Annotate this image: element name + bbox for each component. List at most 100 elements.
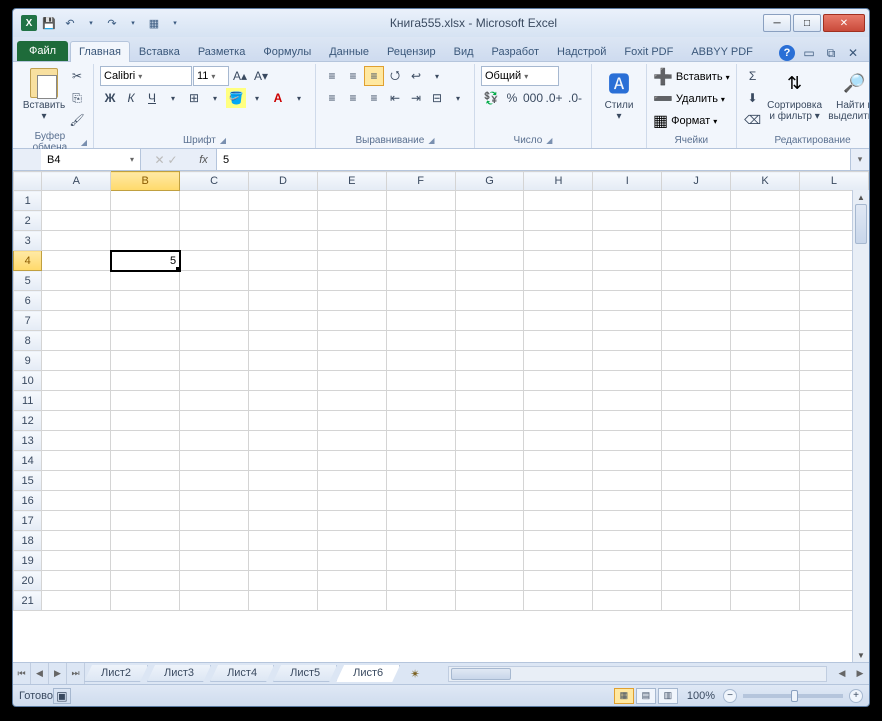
cell-E16[interactable] — [317, 491, 386, 511]
cell-K2[interactable] — [731, 211, 800, 231]
indent-decrease-icon[interactable]: ⇤ — [385, 88, 405, 108]
expand-formula-bar-icon[interactable]: ▾ — [851, 154, 869, 165]
cell-I15[interactable] — [593, 471, 662, 491]
border-button[interactable]: ⊞ — [184, 88, 204, 108]
cell-K3[interactable] — [731, 231, 800, 251]
italic-button[interactable]: К — [121, 88, 141, 108]
cell-F4[interactable] — [386, 251, 455, 271]
cell-F14[interactable] — [386, 451, 455, 471]
macro-record-icon[interactable]: ▣ — [53, 688, 71, 704]
minimize-ribbon-icon[interactable]: ▭ — [801, 45, 817, 61]
save-icon[interactable]: 💾 — [40, 14, 58, 32]
cell-J5[interactable] — [662, 271, 731, 291]
percent-icon[interactable]: % — [502, 88, 522, 108]
cell-B17[interactable] — [111, 511, 180, 531]
cell-F21[interactable] — [386, 591, 455, 611]
cell-K12[interactable] — [731, 411, 800, 431]
vertical-scrollbar[interactable]: ▲ ▼ — [852, 190, 869, 662]
redo-icon[interactable]: ↷ — [103, 14, 121, 32]
cell-G11[interactable] — [455, 391, 524, 411]
cell-C3[interactable] — [180, 231, 249, 251]
cell-G19[interactable] — [455, 551, 524, 571]
cell-E1[interactable] — [317, 191, 386, 211]
col-header-H[interactable]: H — [524, 172, 593, 191]
cell-K9[interactable] — [731, 351, 800, 371]
cell-D17[interactable] — [248, 511, 317, 531]
cell-E20[interactable] — [317, 571, 386, 591]
cell-J21[interactable] — [662, 591, 731, 611]
wrap-dropdown-icon[interactable]: ▾ — [427, 66, 447, 86]
cell-J7[interactable] — [662, 311, 731, 331]
horizontal-scrollbar[interactable] — [448, 666, 827, 682]
cell-G16[interactable] — [455, 491, 524, 511]
ribbon-tab-данные[interactable]: Данные — [320, 41, 378, 62]
cell-D2[interactable] — [248, 211, 317, 231]
cell-J11[interactable] — [662, 391, 731, 411]
cell-K14[interactable] — [731, 451, 800, 471]
font-launcher-icon[interactable]: ◢ — [220, 136, 226, 145]
ribbon-tab-формулы[interactable]: Формулы — [254, 41, 320, 62]
styles-button[interactable]: 🅰 Стили▾ — [598, 66, 640, 122]
cell-D3[interactable] — [248, 231, 317, 251]
cell-H5[interactable] — [524, 271, 593, 291]
cell-H16[interactable] — [524, 491, 593, 511]
sheet-tab-Лист6[interactable]: Лист6 — [336, 665, 400, 682]
underline-button[interactable]: Ч — [142, 88, 162, 108]
cell-A13[interactable] — [42, 431, 111, 451]
underline-dropdown-icon[interactable]: ▾ — [163, 88, 183, 108]
cell-A18[interactable] — [42, 531, 111, 551]
zoom-out-button[interactable]: − — [723, 689, 737, 703]
align-center-icon[interactable]: ≡ — [343, 88, 363, 108]
cell-E3[interactable] — [317, 231, 386, 251]
help-icon[interactable]: ? — [779, 45, 795, 61]
cell-A9[interactable] — [42, 351, 111, 371]
cell-A20[interactable] — [42, 571, 111, 591]
row-header-5[interactable]: 5 — [14, 271, 42, 291]
delete-cells-button[interactable]: ➖Удалить ▾ — [653, 88, 730, 110]
cell-A10[interactable] — [42, 371, 111, 391]
restore-workbook-icon[interactable]: ⧉ — [823, 45, 839, 61]
name-box[interactable]: B4▾ — [41, 149, 141, 170]
number-format-select[interactable]: Общий▾ — [481, 66, 559, 86]
sheet-nav-next-icon[interactable]: ▶ — [49, 663, 67, 684]
cell-F12[interactable] — [386, 411, 455, 431]
autosum-icon[interactable]: Σ — [743, 66, 763, 86]
page-break-view-icon[interactable]: ▥ — [658, 688, 678, 704]
cell-C1[interactable] — [180, 191, 249, 211]
font-color-dropdown-icon[interactable]: ▾ — [289, 88, 309, 108]
cell-E14[interactable] — [317, 451, 386, 471]
col-header-K[interactable]: K — [731, 172, 800, 191]
cell-D18[interactable] — [248, 531, 317, 551]
cell-E7[interactable] — [317, 311, 386, 331]
cell-B20[interactable] — [111, 571, 180, 591]
cell-F15[interactable] — [386, 471, 455, 491]
paste-button[interactable]: Вставить ▾ — [23, 66, 65, 122]
cell-B18[interactable] — [111, 531, 180, 551]
ribbon-tab-разработ[interactable]: Разработ — [483, 41, 548, 62]
cell-H12[interactable] — [524, 411, 593, 431]
alignment-launcher-icon[interactable]: ◢ — [428, 136, 434, 145]
cell-D12[interactable] — [248, 411, 317, 431]
cell-D11[interactable] — [248, 391, 317, 411]
cell-F17[interactable] — [386, 511, 455, 531]
cell-I1[interactable] — [593, 191, 662, 211]
cell-D6[interactable] — [248, 291, 317, 311]
minimize-button[interactable]: ─ — [763, 14, 791, 32]
sort-filter-button[interactable]: ⇅ Сортировка и фильтр ▾ — [765, 66, 825, 122]
row-header-10[interactable]: 10 — [14, 371, 42, 391]
cell-C7[interactable] — [180, 311, 249, 331]
cell-C19[interactable] — [180, 551, 249, 571]
cell-H4[interactable] — [524, 251, 593, 271]
cell-G9[interactable] — [455, 351, 524, 371]
cell-H2[interactable] — [524, 211, 593, 231]
cell-E4[interactable] — [317, 251, 386, 271]
row-header-19[interactable]: 19 — [14, 551, 42, 571]
row-header-1[interactable]: 1 — [14, 191, 42, 211]
cell-B4[interactable]: 5 — [111, 251, 180, 271]
grow-font-icon[interactable]: A▴ — [230, 66, 250, 86]
cell-G3[interactable] — [455, 231, 524, 251]
cell-H8[interactable] — [524, 331, 593, 351]
cell-F7[interactable] — [386, 311, 455, 331]
cell-A15[interactable] — [42, 471, 111, 491]
cell-F9[interactable] — [386, 351, 455, 371]
